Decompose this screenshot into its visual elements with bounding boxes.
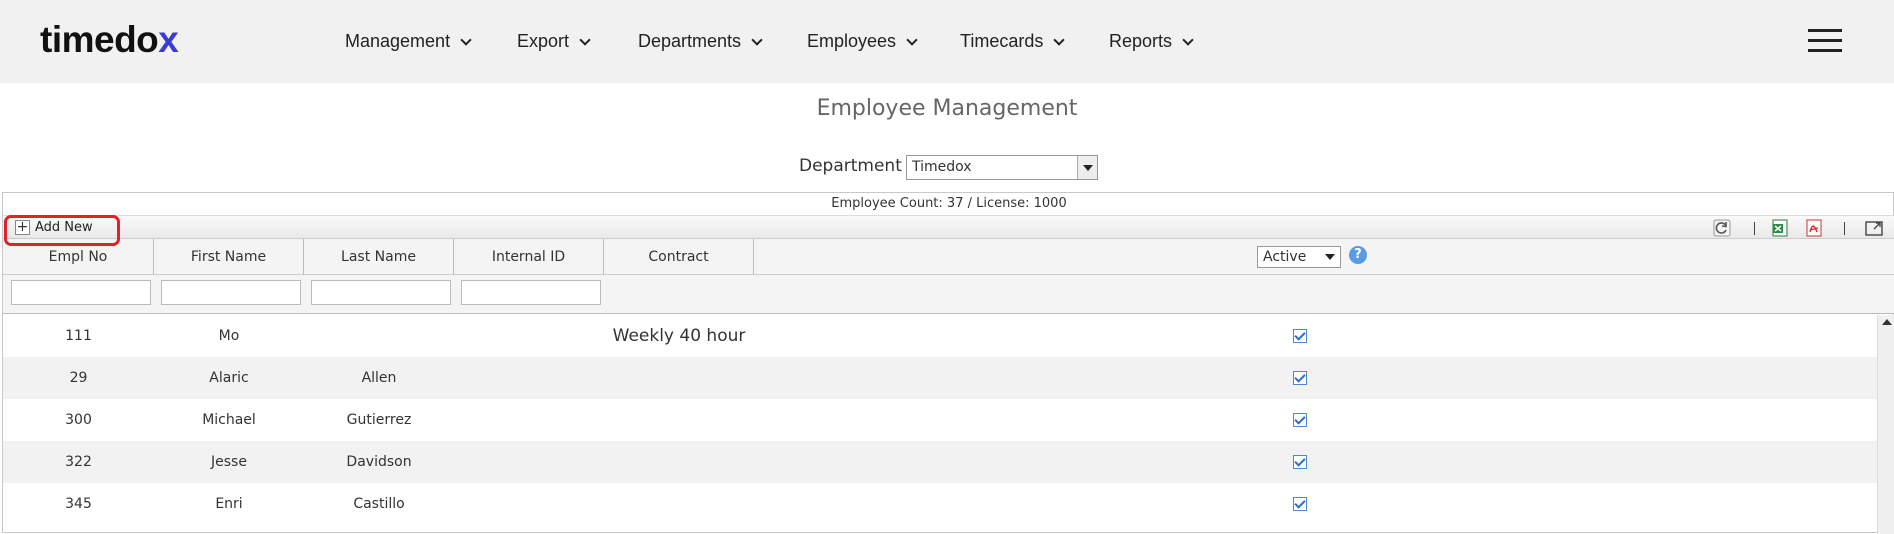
- status-filter-value: Active: [1263, 249, 1307, 265]
- internal-id-filter-input[interactable]: [461, 280, 601, 305]
- employee-grid: Employee Count: 37 / License: 1000 + Add…: [2, 192, 1894, 534]
- nav-label: Employees: [807, 31, 897, 51]
- first-name-cell: Mo: [218, 328, 240, 344]
- department-select[interactable]: Timedox: [906, 155, 1098, 180]
- toolbar-divider: [1754, 222, 1755, 235]
- department-label: Department: [799, 156, 902, 176]
- nav-timecards[interactable]: Timecards: [960, 0, 1066, 83]
- chevron-down-icon: [751, 34, 763, 46]
- table-row[interactable]: 300 Michael Gutierrez: [3, 399, 1877, 441]
- table-row[interactable]: 111 Mo Weekly 40 hour: [3, 315, 1877, 357]
- nav-employees[interactable]: Employees: [807, 0, 918, 83]
- column-header-internal-id[interactable]: Internal ID: [454, 239, 604, 275]
- nav-management[interactable]: Management: [345, 0, 472, 83]
- filter-row: [3, 275, 1894, 314]
- nav-label: Reports: [1109, 31, 1173, 51]
- table-row[interactable]: 29 Alaric Allen: [3, 357, 1877, 399]
- hamburger-icon[interactable]: [1808, 29, 1842, 53]
- status-filter-select[interactable]: Active: [1257, 246, 1341, 268]
- chevron-down-icon: [1182, 34, 1194, 46]
- grid-toolbar: + Add New: [3, 215, 1894, 239]
- column-header-first-name[interactable]: First Name: [154, 239, 304, 275]
- column-header-contract[interactable]: Contract: [604, 239, 754, 275]
- excel-export-icon[interactable]: [1771, 219, 1789, 237]
- nav-reports[interactable]: Reports: [1109, 0, 1194, 83]
- column-header-last-name[interactable]: Last Name: [304, 239, 454, 275]
- last-name-cell: [304, 315, 454, 357]
- empl-no-cell: 29: [69, 370, 88, 386]
- chevron-down-icon: [1053, 34, 1066, 46]
- nav-label: Management: [345, 31, 451, 51]
- first-name-cell: Enri: [215, 496, 243, 512]
- contract-cell: Weekly 40 hour: [612, 326, 746, 346]
- last-name-cell: Allen: [361, 370, 397, 386]
- column-header-row: Empl No First Name Last Name Internal ID…: [3, 239, 1894, 275]
- scroll-up-arrow-icon[interactable]: [1882, 319, 1892, 325]
- employee-count: Employee Count: 37 / License: 1000: [831, 196, 1067, 211]
- last-name-cell: Castillo: [353, 496, 405, 512]
- nav-export[interactable]: Export: [517, 0, 591, 83]
- empl-no-cell: 300: [65, 412, 92, 428]
- empl-no-cell: 322: [65, 454, 92, 470]
- nav-label: Timecards: [960, 31, 1044, 51]
- department-value: Timedox: [912, 159, 972, 175]
- chevron-down-icon: [906, 34, 918, 46]
- refresh-icon[interactable]: [1713, 219, 1731, 237]
- dropdown-arrow-icon[interactable]: [1077, 156, 1097, 179]
- active-checkbox[interactable]: [1293, 413, 1307, 427]
- toolbar-divider: [1844, 222, 1845, 235]
- help-icon[interactable]: ?: [1349, 246, 1367, 264]
- first-name-cell: Jesse: [211, 454, 247, 470]
- maximize-icon[interactable]: [1865, 219, 1883, 237]
- chevron-down-icon: [579, 34, 591, 46]
- table-row[interactable]: 345 Enri Castillo: [3, 483, 1877, 525]
- nav-label: Export: [517, 31, 570, 51]
- top-navbar: timedox Management Export Departments Em…: [0, 0, 1894, 83]
- last-name-cell: Gutierrez: [346, 412, 412, 428]
- timedox-logo[interactable]: timedox: [40, 19, 179, 61]
- first-name-cell: Michael: [202, 412, 256, 428]
- first-name-filter-input[interactable]: [161, 280, 301, 305]
- nav-departments[interactable]: Departments: [638, 0, 763, 83]
- pdf-export-icon[interactable]: [1805, 219, 1823, 237]
- last-name-cell: Davidson: [346, 454, 412, 470]
- active-checkbox[interactable]: [1293, 329, 1307, 343]
- active-checkbox[interactable]: [1293, 455, 1307, 469]
- active-checkbox[interactable]: [1293, 497, 1307, 511]
- empl-no-filter-input[interactable]: [11, 280, 151, 305]
- last-name-filter-input[interactable]: [311, 280, 451, 305]
- add-new-highlight-annotation: [4, 215, 120, 246]
- first-name-cell: Alaric: [209, 370, 249, 386]
- page-title: Employee Management: [816, 96, 1078, 121]
- table-row[interactable]: 322 Jesse Davidson: [3, 441, 1877, 483]
- chevron-down-icon: [460, 34, 472, 46]
- vertical-scrollbar[interactable]: [1877, 315, 1894, 534]
- nav-label: Departments: [638, 31, 742, 51]
- empl-no-cell: 345: [65, 496, 92, 512]
- active-checkbox[interactable]: [1293, 371, 1307, 385]
- empl-no-cell: 111: [65, 328, 92, 344]
